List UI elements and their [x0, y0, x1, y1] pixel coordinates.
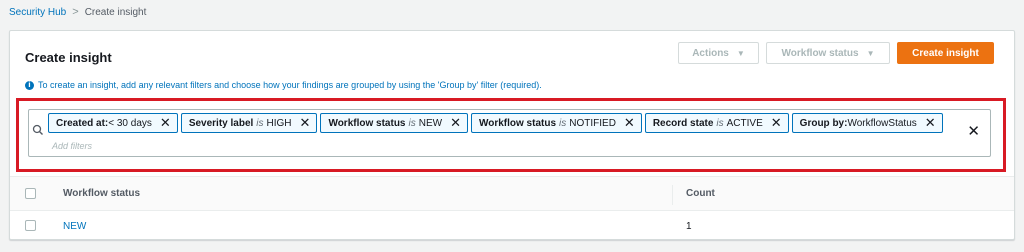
info-message: i To create an insight, add any relevant…: [25, 80, 542, 90]
filter-token-key: Workflow status: [328, 117, 406, 129]
add-filters-input[interactable]: Add filters: [52, 136, 92, 156]
filter-token-key: Group by: [799, 117, 845, 129]
filter-token-operator: is: [256, 117, 264, 129]
remove-filter-icon[interactable]: ✕: [450, 117, 461, 130]
search-icon: [32, 124, 43, 135]
filter-token-value: NEW: [418, 117, 443, 129]
page-title: Create insight: [25, 50, 112, 65]
create-insight-panel: Create insight Actions ▼ Workflow status…: [9, 30, 1015, 240]
filter-token[interactable]: Group by : WorkflowStatus ✕: [791, 113, 943, 133]
table-row: NEW 1: [10, 211, 1014, 241]
breadcrumb-current: Create insight: [84, 6, 147, 18]
filter-token[interactable]: Record state is ACTIVE ✕: [644, 113, 789, 133]
info-text: To create an insight, add any relevant f…: [38, 80, 542, 90]
header-actions: Actions ▼ Workflow status ▼ Create insig…: [678, 42, 994, 64]
filter-token-value: NOTIFIED: [569, 117, 616, 129]
filter-token-key: Workflow status: [478, 117, 557, 129]
select-all-checkbox[interactable]: [25, 188, 36, 199]
breadcrumb: Security Hub > Create insight: [9, 6, 146, 18]
filter-token-key: Severity label: [188, 117, 254, 129]
filter-tokens: Created at : < 30 days ✕ Severity label …: [48, 113, 968, 156]
filter-token[interactable]: Created at : < 30 days ✕: [48, 113, 178, 133]
filter-token-key: Created at: [56, 117, 105, 129]
table-header: Workflow status Count: [10, 176, 1014, 211]
row-checkbox[interactable]: [25, 220, 36, 231]
filter-token-operator: is: [408, 117, 416, 129]
filter-token-value: < 30 days: [108, 117, 152, 129]
remove-filter-icon[interactable]: ✕: [624, 117, 635, 130]
workflow-status-button[interactable]: Workflow status ▼: [766, 42, 890, 64]
filter-token[interactable]: Workflow status is NEW ✕: [320, 113, 468, 133]
actions-button[interactable]: Actions ▼: [678, 42, 759, 64]
breadcrumb-security-hub-link[interactable]: Security Hub: [9, 7, 66, 18]
column-header-count[interactable]: Count: [686, 188, 715, 199]
filter-token[interactable]: Severity label is HIGH ✕: [180, 113, 318, 133]
filter-token-operator: is: [716, 117, 724, 129]
chevron-right-icon: >: [72, 6, 79, 18]
create-insight-button[interactable]: Create insight: [897, 42, 994, 64]
info-icon: i: [25, 80, 34, 90]
column-header-workflow-status[interactable]: Workflow status: [63, 188, 140, 199]
remove-filter-icon[interactable]: ✕: [771, 117, 782, 130]
actions-button-label: Actions: [692, 47, 729, 59]
column-divider: [672, 185, 673, 205]
remove-filter-icon[interactable]: ✕: [925, 117, 936, 130]
workflow-status-link[interactable]: NEW: [63, 221, 86, 232]
count-cell: 1: [686, 221, 692, 232]
filter-token-operator: is: [559, 117, 567, 129]
caret-down-icon: ▼: [736, 48, 745, 58]
remove-filter-icon[interactable]: ✕: [160, 117, 171, 130]
filter-token[interactable]: Workflow status is NOTIFIED ✕: [470, 113, 642, 133]
filter-token-key: Record state: [652, 117, 714, 129]
filter-bar[interactable]: Created at : < 30 days ✕ Severity label …: [28, 109, 991, 157]
filter-token-value: WorkflowStatus: [847, 117, 917, 129]
filter-token-value: HIGH: [266, 117, 292, 129]
workflow-status-button-label: Workflow status: [781, 47, 859, 59]
filter-token-value: ACTIVE: [726, 117, 763, 129]
clear-filters-icon[interactable]: ✕: [967, 124, 980, 139]
caret-down-icon: ▼: [866, 48, 875, 58]
remove-filter-icon[interactable]: ✕: [300, 117, 311, 130]
